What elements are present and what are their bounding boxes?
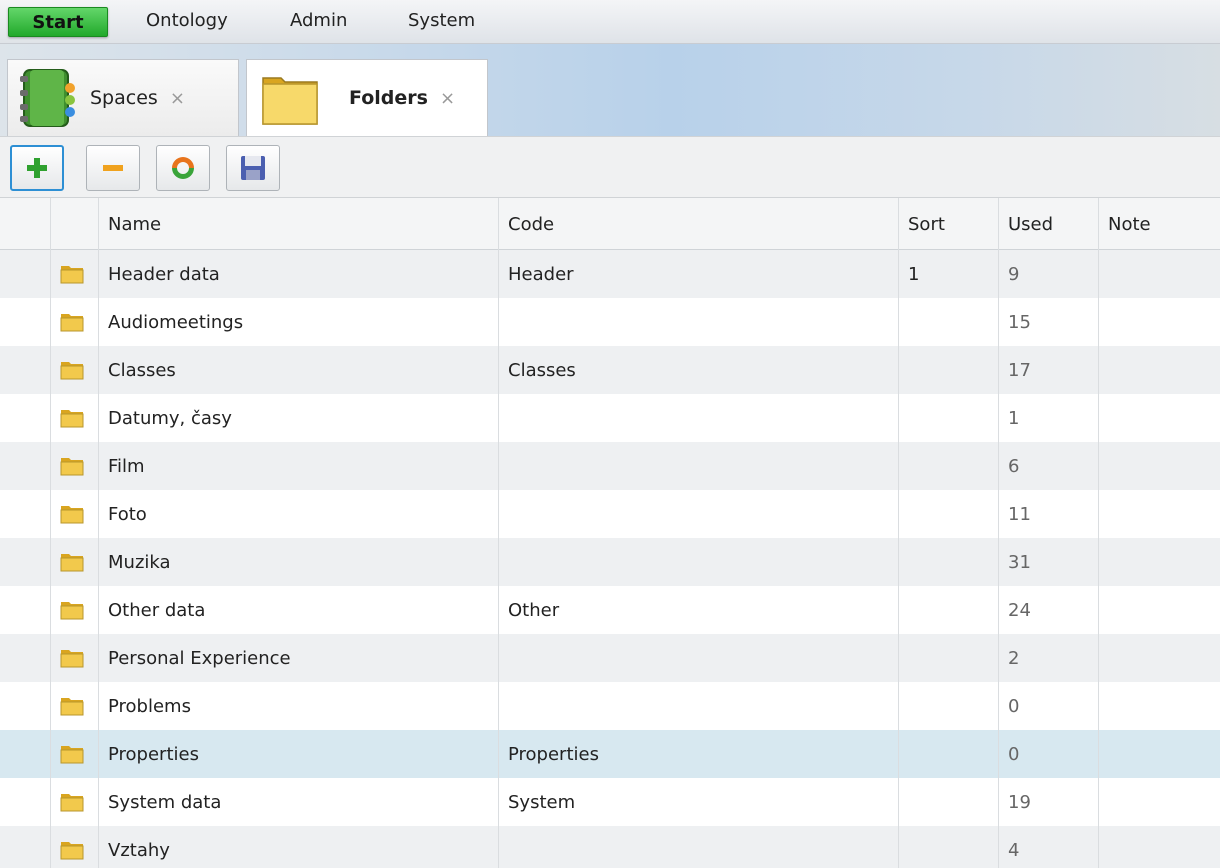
folder-icon [60,698,84,716]
column-divider [498,198,499,868]
address-book-icon [20,69,75,127]
cell-used[interactable]: 0 [1008,730,1019,778]
plus-icon [27,158,47,178]
menu-item-ontology[interactable]: Ontology [146,10,228,31]
table-row[interactable]: Classes Classes 17 [0,346,1220,394]
cell-name[interactable]: Classes [108,346,176,394]
cell-used[interactable]: 31 [1008,538,1031,586]
save-button[interactable] [226,145,280,191]
cell-code[interactable]: Classes [508,346,576,394]
cell-sort[interactable]: 1 [908,250,919,298]
folder-icon [60,458,84,476]
folders-grid: Name Code Sort Used Note Header data Head… [0,198,1220,868]
table-row[interactable]: Datumy, časy 1 [0,394,1220,442]
tab-spaces-close-icon[interactable]: × [170,88,185,109]
folder-icon [262,77,318,125]
folder-icon [60,650,84,668]
menu-bar: Start Ontology Admin System [0,0,1220,44]
tab-folders-close-icon[interactable]: × [440,88,455,109]
cell-code[interactable]: System [508,778,575,826]
cell-name[interactable]: Foto [108,490,147,538]
table-row[interactable]: Personal Experience 2 [0,634,1220,682]
folder-icon [60,506,84,524]
column-header-sort[interactable]: Sort [908,198,945,250]
column-divider [50,198,51,868]
column-divider [898,198,899,868]
refresh-icon [172,157,194,179]
column-header-note[interactable]: Note [1108,198,1151,250]
cell-name[interactable]: Header data [108,250,220,298]
cell-name[interactable]: Properties [108,730,199,778]
cell-name[interactable]: Problems [108,682,191,730]
folder-icon [60,314,84,332]
cell-used[interactable]: 15 [1008,298,1031,346]
table-row[interactable]: Other data Other 24 [0,586,1220,634]
cell-used[interactable]: 2 [1008,634,1019,682]
cell-name[interactable]: Vztahy [108,826,170,868]
cell-name[interactable]: Muzika [108,538,171,586]
folder-icon [60,554,84,572]
tab-folders-label: Folders [349,87,428,109]
remove-button[interactable] [86,145,140,191]
folder-icon [60,794,84,812]
cell-used[interactable]: 19 [1008,778,1031,826]
grid-header: Name Code Sort Used Note [0,198,1220,250]
cell-name[interactable]: Personal Experience [108,634,291,682]
cell-code[interactable]: Other [508,586,559,634]
table-row[interactable]: System data System 19 [0,778,1220,826]
folder-icon [60,746,84,764]
cell-code[interactable]: Properties [508,730,599,778]
minus-icon [103,165,123,171]
folder-icon [60,410,84,428]
floppy-disk-icon [241,156,265,180]
cell-name[interactable]: Audiomeetings [108,298,243,346]
table-row[interactable]: Film 6 [0,442,1220,490]
column-header-code[interactable]: Code [508,198,554,250]
cell-used[interactable]: 17 [1008,346,1031,394]
cell-used[interactable]: 11 [1008,490,1031,538]
table-row[interactable]: Properties Properties 0 [0,730,1220,778]
table-row[interactable]: Vztahy 4 [0,826,1220,868]
menu-item-system[interactable]: System [408,10,475,31]
cell-name[interactable]: Film [108,442,145,490]
column-header-used[interactable]: Used [1008,198,1053,250]
cell-used[interactable]: 9 [1008,250,1019,298]
cell-name[interactable]: System data [108,778,221,826]
tab-strip: Spaces × Folders × [0,44,1220,136]
column-divider [98,198,99,868]
menu-item-admin[interactable]: Admin [290,10,347,31]
tab-spaces-label: Spaces [90,87,158,109]
column-divider [998,198,999,868]
folder-icon [60,266,84,284]
folder-icon [60,362,84,380]
folder-icon [60,602,84,620]
cell-used[interactable]: 0 [1008,682,1019,730]
start-button[interactable]: Start [8,7,108,37]
cell-used[interactable]: 4 [1008,826,1019,868]
cell-used[interactable]: 6 [1008,442,1019,490]
cell-code[interactable]: Header [508,250,574,298]
folder-icon [60,842,84,860]
cell-name[interactable]: Other data [108,586,205,634]
tab-spaces[interactable]: Spaces × [7,59,239,136]
toolbar [0,136,1220,198]
table-row[interactable]: Muzika 31 [0,538,1220,586]
table-row[interactable]: Foto 11 [0,490,1220,538]
column-header-name[interactable]: Name [108,198,161,250]
table-row[interactable]: Header data Header 1 9 [0,250,1220,298]
refresh-button[interactable] [156,145,210,191]
cell-used[interactable]: 1 [1008,394,1019,442]
column-divider [1098,198,1099,868]
add-button[interactable] [10,145,64,191]
cell-name[interactable]: Datumy, časy [108,394,232,442]
cell-used[interactable]: 24 [1008,586,1031,634]
tab-folders[interactable]: Folders × [246,59,488,136]
table-row[interactable]: Problems 0 [0,682,1220,730]
table-row[interactable]: Audiomeetings 15 [0,298,1220,346]
